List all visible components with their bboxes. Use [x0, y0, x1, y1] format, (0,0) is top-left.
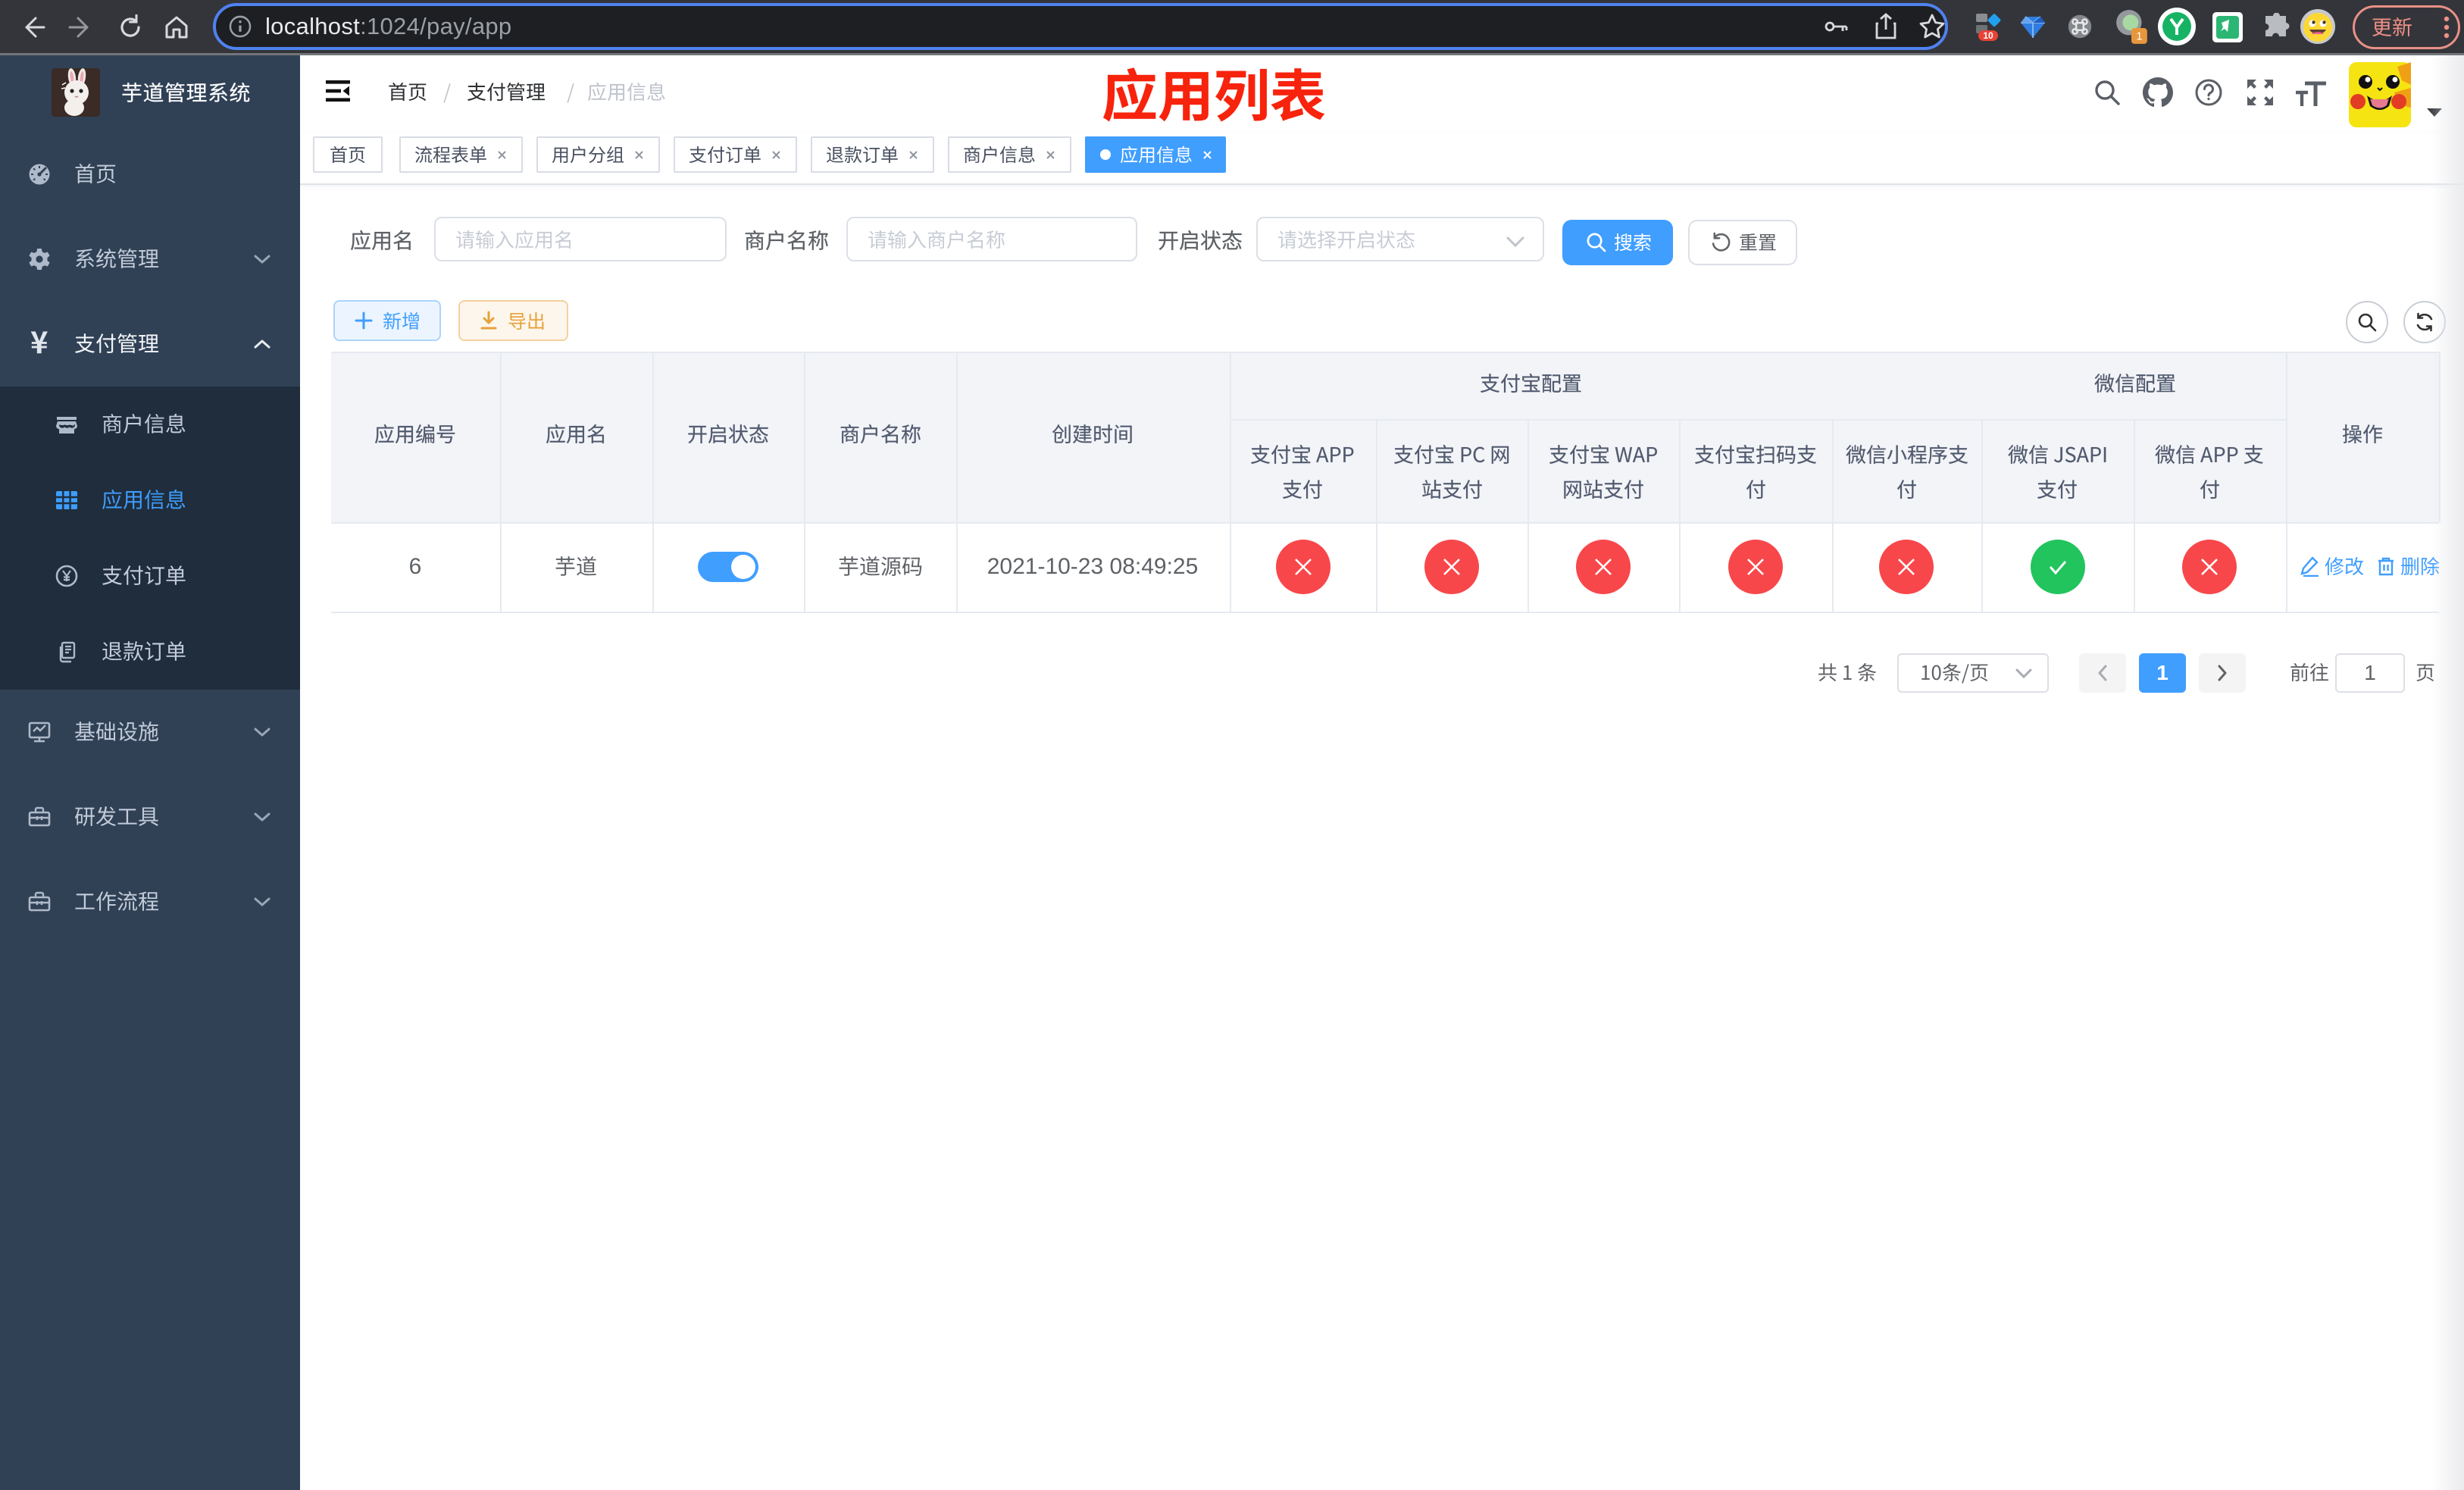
svg-text:1: 1 — [2136, 31, 2142, 43]
svg-text:10: 10 — [1983, 30, 1993, 41]
